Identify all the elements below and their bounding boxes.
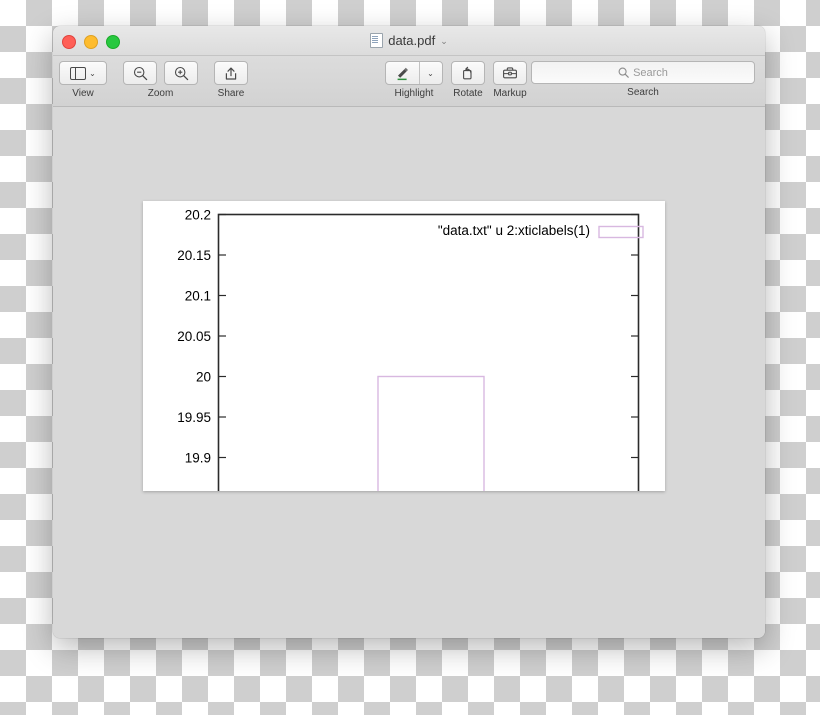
desktop-backdrop: data.pdf ⌄ ⌄ View Zoom Share ⌄ Highlight… <box>0 0 820 715</box>
markup-label: Markup <box>493 88 527 99</box>
toolbar-right-group: Search Search <box>531 61 755 98</box>
window-titlebar[interactable]: data.pdf ⌄ <box>53 26 765 56</box>
y-tick-label: 20.05 <box>177 329 211 344</box>
highlight-tool: ⌄ Highlight <box>385 61 443 99</box>
toolbar-middle-group: ⌄ Highlight Rotate Markup <box>385 61 527 99</box>
search-label: Search <box>627 87 659 98</box>
chevron-down-icon: ⌄ <box>427 68 434 78</box>
highlight-pen-segment[interactable] <box>387 62 419 84</box>
toolbar: ⌄ View Zoom Share ⌄ Highlight Rotate Mar… <box>53 56 765 107</box>
bar-my-label-a <box>377 375 485 491</box>
search-tool: Search Search <box>531 61 755 98</box>
rotate-button[interactable] <box>451 61 485 85</box>
search-icon <box>618 67 629 78</box>
chart-svg: 20.2 20.15 20.1 20.05 20 19.95 19.9 19.8… <box>177 208 644 491</box>
pdf-page: 20.2 20.15 20.1 20.05 20 19.95 19.9 19.8… <box>143 201 665 491</box>
legend-key-swatch <box>598 225 644 239</box>
search-placeholder: Search <box>633 66 668 79</box>
view-label: View <box>72 88 94 99</box>
zoom-in-button[interactable] <box>164 61 198 85</box>
share-icon <box>225 67 237 80</box>
plot-frame <box>217 213 640 491</box>
legend-label: "data.txt" u 2:xticlabels(1) <box>438 223 590 238</box>
document-title-text: data.pdf <box>388 33 436 48</box>
y-tick-label: 20 <box>196 370 211 385</box>
rotate-icon <box>462 66 472 79</box>
chevron-down-icon[interactable]: ⌄ <box>89 69 96 78</box>
search-input[interactable]: Search <box>531 61 755 84</box>
highlight-button[interactable]: ⌄ <box>385 61 443 85</box>
highlight-label: Highlight <box>394 88 434 99</box>
highlight-dropdown-segment[interactable]: ⌄ <box>418 62 442 84</box>
view-tool: ⌄ View <box>59 61 107 99</box>
y-axis-ticks <box>218 213 226 459</box>
zoom-in-icon <box>174 66 188 80</box>
y-tick-label: 20.2 <box>185 208 211 223</box>
y-axis-ticks-right <box>631 213 639 459</box>
share-tool: Share <box>214 61 248 99</box>
share-label: Share <box>217 88 245 99</box>
chart-legend: "data.txt" u 2:xticlabels(1) <box>438 223 644 239</box>
rotate-label: Rotate <box>453 88 483 99</box>
y-axis-labels: 20.2 20.15 20.1 20.05 20 19.95 19.9 19.8… <box>177 208 211 466</box>
highlighter-pen-icon <box>397 67 408 80</box>
zoom-label: Zoom <box>147 88 174 99</box>
markup-button[interactable] <box>493 61 527 85</box>
markup-toolbox-icon <box>503 67 517 79</box>
toolbar-left-group: ⌄ View Zoom Share <box>59 61 248 99</box>
chevron-down-icon[interactable]: ⌄ <box>440 36 448 47</box>
y-tick-label: 20.1 <box>185 289 211 304</box>
pdf-document-icon <box>370 33 384 48</box>
preview-window: data.pdf ⌄ ⌄ View Zoom Share ⌄ Highlight… <box>53 26 765 638</box>
share-button[interactable] <box>214 61 248 85</box>
y-tick-label: 19.9 <box>185 451 211 466</box>
gnuplot-chart: 20.2 20.15 20.1 20.05 20 19.95 19.9 19.8… <box>143 201 665 491</box>
document-title: data.pdf ⌄ <box>53 26 765 55</box>
view-button[interactable]: ⌄ <box>59 61 107 85</box>
markup-tool: Markup <box>493 61 527 99</box>
sidebar-icon <box>70 66 87 80</box>
zoom-tool: Zoom <box>123 61 198 99</box>
zoom-out-button[interactable] <box>123 61 157 85</box>
y-tick-label: 20.15 <box>177 248 211 263</box>
rotate-tool: Rotate <box>451 61 485 99</box>
document-view[interactable]: 20.2 20.15 20.1 20.05 20 19.95 19.9 19.8… <box>53 107 765 638</box>
zoom-out-icon <box>133 66 147 80</box>
y-tick-label: 19.95 <box>177 410 211 425</box>
